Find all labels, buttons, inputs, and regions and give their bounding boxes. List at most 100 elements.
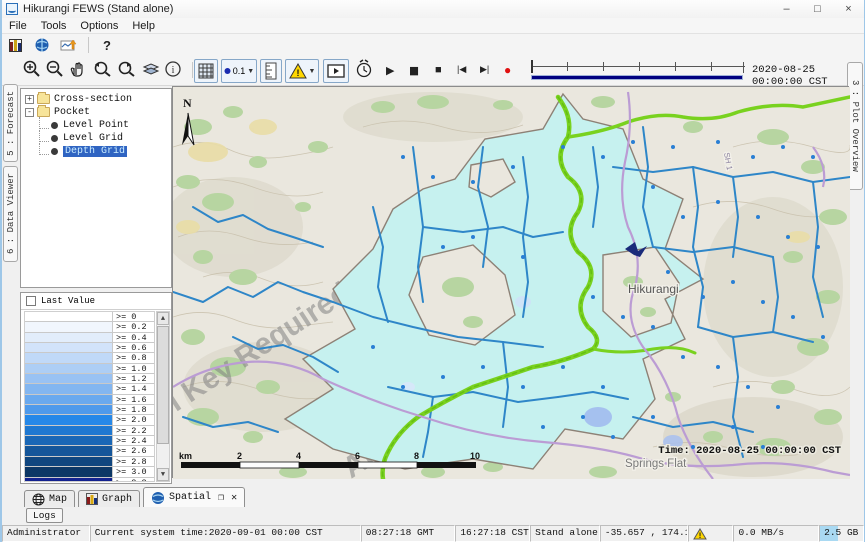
zoom-previous-icon[interactable] <box>92 59 114 79</box>
tree-guide <box>39 143 49 155</box>
legend-value-label: >= 1.0 <box>113 364 154 373</box>
legend-swatch <box>25 343 113 352</box>
tree-node-level-grid[interactable]: Level Grid <box>39 132 171 144</box>
maximize-button[interactable]: □ <box>802 0 833 18</box>
bullet-icon <box>51 148 58 155</box>
database-icon[interactable] <box>8 37 24 53</box>
logs-button[interactable]: Logs <box>26 508 63 523</box>
menu-file[interactable]: File <box>2 18 34 34</box>
tab-map[interactable]: Map <box>24 490 75 507</box>
pan-hand-icon[interactable] <box>68 59 88 79</box>
help-icon[interactable]: ? <box>103 38 111 53</box>
map-canvas[interactable]: API Key Required API Key Required <box>173 87 850 479</box>
legend-swatch <box>25 415 113 424</box>
tree-node-cross-section[interactable]: + Cross-section <box>25 93 171 105</box>
legend-swatch <box>25 405 113 414</box>
svg-text:6: 6 <box>355 451 360 461</box>
legend-swatch <box>25 478 113 483</box>
scale-ruler-icon[interactable] <box>260 59 282 83</box>
legend-swatch <box>25 436 113 445</box>
time-slider-thumb[interactable] <box>531 60 533 73</box>
minimize-button[interactable]: – <box>771 0 802 18</box>
timer-icon[interactable] <box>354 59 374 79</box>
svg-text:!: ! <box>296 68 299 78</box>
collapse-icon[interactable]: - <box>25 108 34 117</box>
bullet-icon <box>51 135 58 142</box>
legend-swatch <box>25 312 113 321</box>
globe-icon[interactable] <box>34 37 50 53</box>
legend-swatch <box>25 364 113 373</box>
zoom-next-icon[interactable] <box>116 59 138 79</box>
menu-help[interactable]: Help <box>125 18 162 34</box>
scrollbar-thumb[interactable] <box>157 326 169 444</box>
legend-row: >= 1.0 <box>25 364 154 374</box>
expand-icon[interactable]: + <box>25 95 34 104</box>
tree-guide <box>39 117 49 129</box>
contour-value-dropdown[interactable]: 0.1 ▼ <box>221 59 257 83</box>
grid-display-button[interactable] <box>194 59 218 83</box>
window-title: Hikurangi FEWS (Stand alone) <box>23 3 173 15</box>
tab-graph[interactable]: Graph <box>78 490 140 507</box>
legend-row: >= 0 <box>25 312 154 322</box>
status-user: Administrator <box>2 525 90 542</box>
legend-swatch <box>25 467 113 476</box>
record-button[interactable]: ● <box>504 63 511 77</box>
application-window: Hikurangi FEWS (Stand alone) – □ × File … <box>0 0 865 542</box>
status-system-time: Current system time:2020-09-01 00:00 CST <box>90 525 361 542</box>
step-back-button[interactable]: |◀ <box>457 64 466 75</box>
last-value-checkbox[interactable] <box>26 296 36 306</box>
tab-close-icon[interactable]: ✕ <box>231 492 237 504</box>
scroll-up-icon[interactable]: ▲ <box>157 312 169 325</box>
pause-button[interactable]: ▮▮ <box>409 64 417 77</box>
menu-options[interactable]: Options <box>73 18 125 34</box>
stop-button[interactable]: ■ <box>435 64 442 76</box>
legend-value-label: >= 0 <box>113 312 154 321</box>
sidebar-tab-forecast[interactable]: 5 : Forecast <box>3 84 18 162</box>
legend-row: >= 2.0 <box>25 415 154 425</box>
tree-node-level-point[interactable]: Level Point <box>39 119 171 131</box>
view-tab-bar: Map Graph Spatial ❐ ✕ <box>2 486 864 507</box>
legend-value-label: >= 1.4 <box>113 384 154 393</box>
tab-spatial[interactable]: Spatial ❐ ✕ <box>143 487 245 507</box>
bar-chart-icon <box>86 493 98 505</box>
logs-row: Logs <box>2 507 864 525</box>
wire-globe-icon <box>32 493 45 506</box>
thresholds-dropdown[interactable]: ! ▼ <box>285 59 319 83</box>
info-icon[interactable]: i <box>163 59 183 79</box>
status-local-time: 16:27:18 CST <box>455 525 530 542</box>
legend-value-label: >= 0.6 <box>113 343 154 352</box>
time-slider[interactable] <box>529 60 747 82</box>
play-button[interactable]: ▶ <box>386 64 394 77</box>
legend-row: >= 2.6 <box>25 446 154 456</box>
layers-icon[interactable] <box>141 59 161 79</box>
tree-node-depth-grid-selected[interactable]: Depth Grid <box>39 145 171 157</box>
close-button[interactable]: × <box>833 0 864 18</box>
scroll-down-icon[interactable]: ▼ <box>157 468 169 481</box>
legend-value-label: >= 3.2 <box>113 478 154 483</box>
legend-row: >= 0.2 <box>25 322 154 332</box>
step-forward-button[interactable]: ▶| <box>480 64 489 75</box>
animation-player-icon[interactable] <box>323 59 349 83</box>
tree-guide <box>39 130 49 142</box>
legend-row: >= 2.2 <box>25 426 154 436</box>
svg-text:8: 8 <box>414 451 419 461</box>
zoom-in-icon[interactable] <box>22 59 42 79</box>
main-toolbar: ? <box>2 34 864 56</box>
map-view[interactable]: API Key Required API Key Required <box>172 86 849 478</box>
menu-tools[interactable]: Tools <box>34 18 74 34</box>
legend-value-label: >= 0.8 <box>113 353 154 362</box>
status-warning-cell[interactable]: ! <box>688 525 734 542</box>
title-bar: Hikurangi FEWS (Stand alone) – □ × <box>2 0 864 18</box>
status-mode: Stand alone <box>530 525 600 542</box>
zoom-out-icon[interactable] <box>45 59 65 79</box>
sidebar-tab-data-viewer[interactable]: 6 : Data Viewer <box>3 166 18 262</box>
legend-scrollbar[interactable]: ▲ ▼ <box>156 311 170 482</box>
legend-value-label: >= 1.2 <box>113 374 154 383</box>
legend-swatch <box>25 374 113 383</box>
tree-node-pocket[interactable]: - Pocket <box>25 106 171 118</box>
map-toolbar: i 0.1 ▼ ! ▼ ▶ ▮▮ ■ |◀ ▶| ● <box>2 56 864 86</box>
blue-globe-icon <box>151 491 165 505</box>
menu-bar: File Tools Options Help <box>2 18 864 34</box>
tab-float-icon[interactable]: ❐ <box>218 492 224 504</box>
timeseries-icon[interactable] <box>60 37 78 53</box>
